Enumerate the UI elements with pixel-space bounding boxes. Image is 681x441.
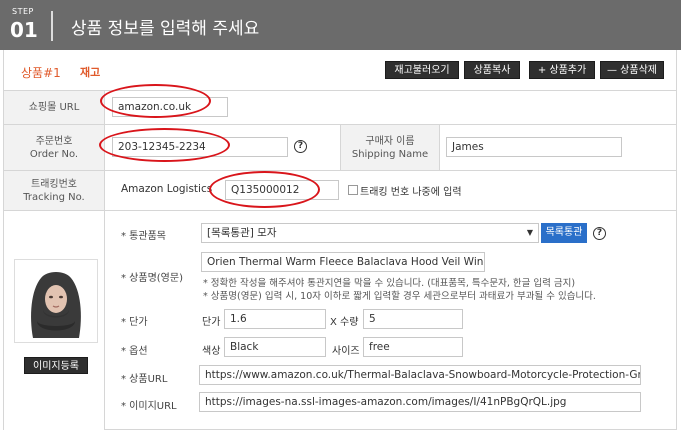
product-name-label: * 상품명(영문) <box>121 273 183 284</box>
chevron-down-icon: ▼ <box>526 228 533 237</box>
image-url-input[interactable]: https://images-na.ssl-images-amazon.com/… <box>199 392 641 412</box>
product-image <box>14 259 98 343</box>
order-no-input[interactable]: 203-12345-2234 <box>112 137 288 157</box>
header-divider <box>51 11 53 41</box>
color-label: 색상 <box>202 346 221 357</box>
buyer-name-label: 구매자 이름 Shipping Name <box>340 125 440 170</box>
order-row: 주문번호 Order No. 203-12345-2234 ? 구매자 이름 S… <box>4 124 676 170</box>
shop-url-row: 쇼핑몰 URL amazon.co.uk <box>4 90 676 124</box>
tracking-later-label: 트래킹 번호 나중에 입력 <box>360 187 462 198</box>
tracking-label-en: Tracking No. <box>23 191 85 203</box>
carrier-name: Amazon Logistics <box>121 183 213 195</box>
quantity-input[interactable]: 5 <box>363 309 463 329</box>
image-url-label: * 이미지URL <box>121 401 177 412</box>
product-toolbar: 상품#1 재고 재고불러오기 상품복사 + 상품추가 — 상품삭제 <box>4 50 676 90</box>
tracking-label-ko: 트래킹번호 <box>31 178 77 190</box>
product-name-note-2: * 상품명(영문) 입력 시, 10자 이하로 짧게 입력할 경우 세관으로부터… <box>203 291 596 302</box>
stock-tab[interactable]: 재고 <box>80 64 100 80</box>
product-name-note-1: * 정확한 작성을 해주셔야 통관지연을 막을 수 있습니다. (대표품목, 특… <box>203 278 576 289</box>
register-image-button[interactable]: 이미지등록 <box>24 357 88 374</box>
product-tab[interactable]: 상품#1 <box>21 64 61 81</box>
tracking-later-checkbox[interactable] <box>348 185 358 195</box>
customs-help-icon[interactable]: ? <box>593 227 606 240</box>
tracking-row: 트래킹번호 Tracking No. Amazon Logistics Q135… <box>4 170 676 210</box>
tracking-no-input[interactable]: Q135000012 <box>225 180 339 200</box>
option-label: * 옵션 <box>121 346 148 357</box>
buyer-name-label-en: Shipping Name <box>351 148 429 160</box>
order-no-label-en: Order No. <box>29 148 79 160</box>
buyer-name-label-ko: 구매자 이름 <box>365 135 415 147</box>
page-title: 상품 정보를 입력해 주세요 <box>71 19 260 39</box>
size-label: 사이즈 <box>332 346 360 357</box>
quantity-label: X 수량 <box>330 317 359 328</box>
copy-product-button[interactable]: 상품복사 <box>464 61 520 79</box>
customs-item-select[interactable]: [목록통관] 모자 ▼ <box>201 223 539 243</box>
order-no-label-ko: 주문번호 <box>35 135 73 147</box>
order-no-label: 주문번호 Order No. <box>4 125 105 170</box>
help-icon[interactable]: ? <box>294 140 307 153</box>
size-input[interactable]: free <box>363 337 463 357</box>
buyer-name-input[interactable]: James <box>446 137 622 157</box>
product-name-input[interactable]: Orien Thermal Warm Fleece Balaclava Hood… <box>201 252 485 272</box>
customs-item-value: [목록통관] 모자 <box>207 227 277 239</box>
product-form: 상품#1 재고 재고불러오기 상품복사 + 상품추가 — 상품삭제 쇼핑몰 UR… <box>3 50 677 430</box>
tracking-label: 트래킹번호 Tracking No. <box>4 171 105 210</box>
price-label: * 단가 <box>121 317 148 328</box>
customs-item-label: * 통관품목 <box>121 231 166 242</box>
step-header: STEP 01 상품 정보를 입력해 주세요 <box>0 0 681 50</box>
product-url-input[interactable]: https://www.amazon.co.uk/Thermal-Balacla… <box>199 365 641 385</box>
add-product-button[interactable]: + 상품추가 <box>529 61 595 79</box>
color-input[interactable]: Black <box>224 337 326 357</box>
unit-price-label: 단가 <box>202 317 221 328</box>
load-stock-button[interactable]: 재고불러오기 <box>385 61 459 79</box>
delete-product-button[interactable]: — 상품삭제 <box>600 61 664 79</box>
shop-url-label: 쇼핑몰 URL <box>4 91 105 124</box>
customs-list-button[interactable]: 목록통관 <box>541 223 587 243</box>
step-label: STEP <box>12 7 34 16</box>
product-url-label: * 상품URL <box>121 374 168 385</box>
unit-price-input[interactable]: 1.6 <box>224 309 326 329</box>
shop-url-input[interactable]: amazon.co.uk <box>112 97 228 117</box>
step-number: 01 <box>10 18 38 42</box>
